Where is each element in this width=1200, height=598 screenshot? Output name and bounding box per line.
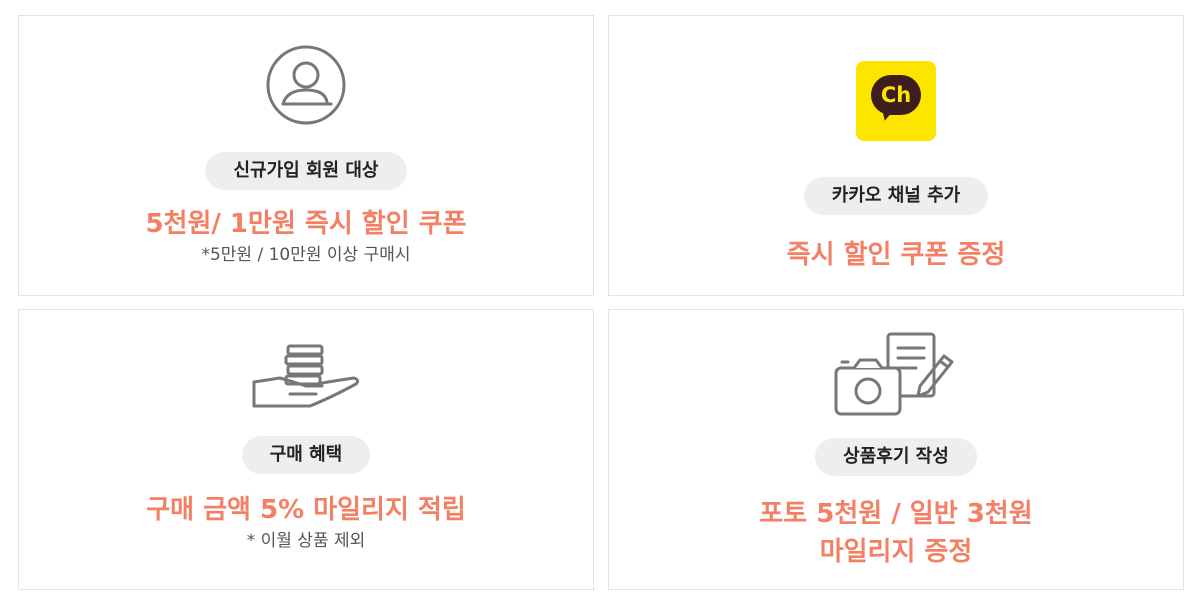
purchase-exclusion-note: * 이월 상품 제외	[246, 531, 366, 551]
kakao-channel-label: 카카오 채널 추가	[803, 177, 989, 215]
review-benefit-card: 상품후기 작성 포토 5천원 / 일반 3천원 마일리지 증정	[608, 309, 1184, 590]
kakao-channel-icon-text: Ch	[880, 83, 912, 107]
coins-hand-icon	[252, 344, 360, 408]
kakao-channel-icon: Ch	[856, 61, 936, 141]
purchase-benefit-card: 구매 혜택 구매 금액 5% 마일리지 적립 * 이월 상품 제외	[18, 309, 594, 590]
signup-condition-note: *5만원 / 10만원 이상 구매시	[201, 245, 411, 265]
kakao-benefit-text: 즉시 할인 쿠폰 증정	[786, 240, 1006, 270]
kakao-channel-card: Ch 카카오 채널 추가 즉시 할인 쿠폰 증정	[608, 15, 1184, 296]
purchase-label: 구매 혜택	[241, 436, 371, 474]
benefits-grid: 신규가입 회원 대상 5천원/ 1만원 즉시 할인 쿠폰 *5만원 / 10만원…	[0, 0, 1200, 598]
review-benefit-text-line1: 포토 5천원 / 일반 3천원	[759, 499, 1033, 529]
signup-label: 신규가입 회원 대상	[205, 152, 407, 190]
signup-benefit-card: 신규가입 회원 대상 5천원/ 1만원 즉시 할인 쿠폰 *5만원 / 10만원…	[18, 15, 594, 296]
review-label: 상품후기 작성	[815, 438, 977, 476]
review-benefit-text-line2: 마일리지 증정	[819, 537, 973, 567]
purchase-benefit-text: 구매 금액 5% 마일리지 적립	[146, 495, 466, 525]
user-icon	[266, 45, 346, 125]
signup-benefit-text: 5천원/ 1만원 즉시 할인 쿠폰	[145, 209, 467, 239]
camera-review-icon	[834, 332, 954, 416]
